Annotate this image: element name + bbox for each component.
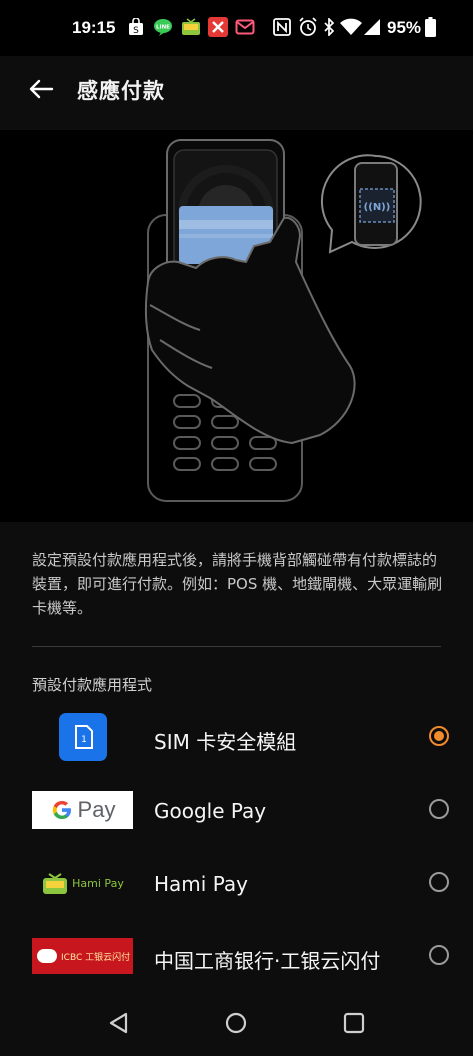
- google-g-icon: [52, 801, 71, 819]
- nav-recents-icon[interactable]: [341, 1010, 367, 1036]
- tv-app-icon: [181, 17, 201, 37]
- icbc-logo: ICBC 工银云闪付: [32, 938, 133, 974]
- nfc-icon: [273, 17, 291, 37]
- payment-app-label: SIM 卡安全模組: [154, 730, 297, 754]
- sim-secure-element-icon: 1: [32, 713, 133, 761]
- svg-text:((N)): ((N)): [364, 202, 391, 213]
- radio-unselected[interactable]: [429, 872, 449, 892]
- shopping-bag-icon: S: [127, 17, 145, 37]
- description-text: 設定預設付款應用程式後，請將手機背部觸碰帶有付款標誌的裝置，即可進行付款。例如：…: [32, 551, 443, 617]
- google-pay-logo: Pay: [32, 791, 133, 829]
- payment-app-icbc[interactable]: ICBC 工银云闪付 中国工商银行·工银云闪付: [0, 921, 473, 993]
- nav-home-icon[interactable]: [223, 1010, 249, 1036]
- alarm-icon: [298, 17, 318, 37]
- hami-pay-logo: Hami Pay: [32, 860, 133, 906]
- navigation-bar: [0, 990, 473, 1056]
- mail-icon: [235, 17, 255, 37]
- nfc-position-bubble: ((N)): [321, 154, 422, 254]
- payment-app-label: Google Pay: [154, 799, 267, 823]
- bluetooth-icon: [322, 17, 336, 37]
- signal-icon: [363, 17, 381, 37]
- app-bar: 感應付款: [0, 56, 473, 130]
- payment-app-label: 中国工商银行·工银云闪付: [154, 949, 381, 973]
- payment-app-google-pay[interactable]: Pay Google Pay: [0, 775, 473, 847]
- radio-selected[interactable]: [429, 726, 449, 746]
- back-arrow-icon[interactable]: [26, 74, 56, 104]
- battery-icon: [424, 17, 436, 37]
- radio-unselected[interactable]: [429, 799, 449, 819]
- line-app-icon: LINE: [153, 17, 173, 37]
- status-bar: 19:15 S LINE 95%: [0, 0, 473, 56]
- status-time: 19:15: [72, 18, 116, 37]
- radio-unselected[interactable]: [429, 945, 449, 965]
- missed-call-icon: [208, 17, 228, 37]
- battery-percent: 95%: [387, 18, 422, 37]
- page-title: 感應付款: [77, 79, 165, 103]
- hami-pay-logo-text: Hami Pay: [72, 876, 124, 890]
- wifi-icon: [340, 17, 362, 37]
- section-title: 預設付款應用程式: [32, 676, 153, 694]
- icbc-logo-text: ICBC 工银云闪付: [61, 952, 131, 963]
- nav-back-icon[interactable]: [106, 1010, 132, 1036]
- icbc-cloud-icon: [37, 949, 57, 963]
- divider: [32, 646, 441, 647]
- svg-text:S: S: [133, 26, 139, 36]
- hami-pay-tv-icon: [43, 873, 68, 894]
- svg-text:LINE: LINE: [156, 25, 170, 31]
- payment-app-sim[interactable]: 1 SIM 卡安全模組: [0, 702, 473, 774]
- payment-app-label: Hami Pay: [154, 872, 248, 896]
- svg-text:1: 1: [81, 735, 87, 745]
- payment-app-hami-pay[interactable]: Hami Pay Hami Pay: [0, 848, 473, 920]
- nfc-illustration: ((N)): [0, 130, 473, 522]
- google-pay-logo-text: Pay: [77, 797, 116, 822]
